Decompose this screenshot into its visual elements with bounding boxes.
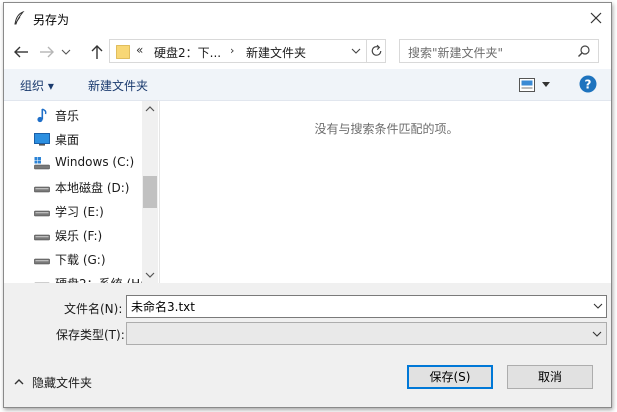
address-overflow[interactable]: « [136,43,143,57]
drive-icon [34,258,50,265]
nav-item-drive-h[interactable]: 硬盘2：系统 (H: [4,271,144,283]
view-options-chevron-icon[interactable] [542,82,550,87]
nav-item-label: 下载 (G:) [55,253,106,267]
command-bar: 组织 ▾ 新建文件夹 ? [4,69,611,101]
windows-drive-icon [34,157,50,170]
nav-item-drive-c[interactable]: Windows (C:) [4,151,142,175]
filename-input[interactable] [126,295,607,318]
music-icon [37,108,47,123]
back-arrow-icon[interactable] [11,41,33,63]
nav-item-label: 学习 (E:) [55,205,104,219]
filetype-chevron-icon[interactable] [590,325,604,342]
scroll-up-icon[interactable] [142,101,158,117]
forward-arrow-icon[interactable] [36,41,58,63]
window-title: 另存为 [33,13,70,27]
save-as-dialog: 另存为 « 硬盘2：下... › 新建文件夹 搜索"新建文件夹" 组织 ▾ 新建… [3,2,612,408]
nav-item-drive-d[interactable]: 本地磁盘 (D:) [4,175,142,199]
address-bar[interactable]: « 硬盘2：下... › 新建文件夹 [109,39,386,63]
save-form-panel: 文件名(N): 保存类型(T): 隐藏文件夹 保存(S) 取消 [4,283,611,407]
drive-icon [34,186,50,193]
nav-item-label: Windows (C:) [55,155,135,169]
organize-menu-button[interactable]: 组织 ▾ [20,77,54,94]
up-arrow-icon[interactable] [86,41,108,63]
hide-folders-label: 隐藏文件夹 [32,376,93,390]
desktop-icon [34,133,50,146]
refresh-icon[interactable] [366,40,386,62]
search-placeholder[interactable]: 搜索"新建文件夹" [408,44,503,61]
nav-item-label: 娱乐 (F:) [55,229,103,243]
nav-item-label: 本地磁盘 (D:) [55,181,130,195]
feather-icon [14,11,25,25]
cancel-button[interactable]: 取消 [507,365,593,389]
nav-item-drive-e[interactable]: 学习 (E:) [4,199,142,223]
help-icon[interactable]: ? [579,75,597,93]
file-list-area[interactable]: 没有与搜索条件匹配的项。 [160,101,611,283]
filename-label: 文件名(N): [64,302,123,316]
folder-icon [116,45,130,59]
title-bar: 另存为 [4,3,611,33]
scrollbar-thumb[interactable] [143,176,157,208]
filetype-label: 保存类型(T): [56,328,125,342]
close-icon[interactable] [585,7,607,29]
nav-item-drive-f[interactable]: 娱乐 (F:) [4,223,142,247]
filetype-select[interactable] [126,322,607,345]
recent-locations-chevron-icon[interactable] [59,41,73,63]
view-mode-icon[interactable] [519,78,535,92]
nav-item-music[interactable]: 音乐 [4,103,142,127]
save-button[interactable]: 保存(S) [407,365,493,389]
search-input[interactable]: 搜索"新建文件夹" [399,39,599,63]
address-segment-drive[interactable]: 硬盘2：下... [154,44,221,61]
address-segment-folder[interactable]: 新建文件夹 [246,44,306,61]
scroll-down-icon[interactable] [142,267,158,283]
new-folder-button[interactable]: 新建文件夹 [88,77,148,94]
navigation-pane: 音乐 桌面 Windows (C:) 本地磁盘 (D:) 学习 (E:) 娱乐 … [4,101,158,283]
empty-results-message: 没有与搜索条件匹配的项。 [314,122,459,136]
address-separator[interactable]: › [230,44,234,57]
nav-item-drive-g[interactable]: 下载 (G:) [4,247,142,271]
nav-scrollbar[interactable] [142,101,158,283]
nav-item-label: 硬盘2：系统 (H: [55,275,144,283]
filename-dropdown-chevron-icon[interactable] [590,296,606,317]
address-dropdown-chevron-icon[interactable] [349,40,363,62]
svg-text:?: ? [585,78,592,92]
drive-icon [34,210,50,217]
search-icon[interactable] [577,44,591,58]
chevron-up-icon [14,379,24,385]
drive-icon [34,282,50,283]
nav-item-label: 桌面 [55,133,80,147]
nav-item-desktop[interactable]: 桌面 [4,127,142,151]
nav-item-label: 音乐 [55,109,80,123]
drive-icon [34,234,50,241]
